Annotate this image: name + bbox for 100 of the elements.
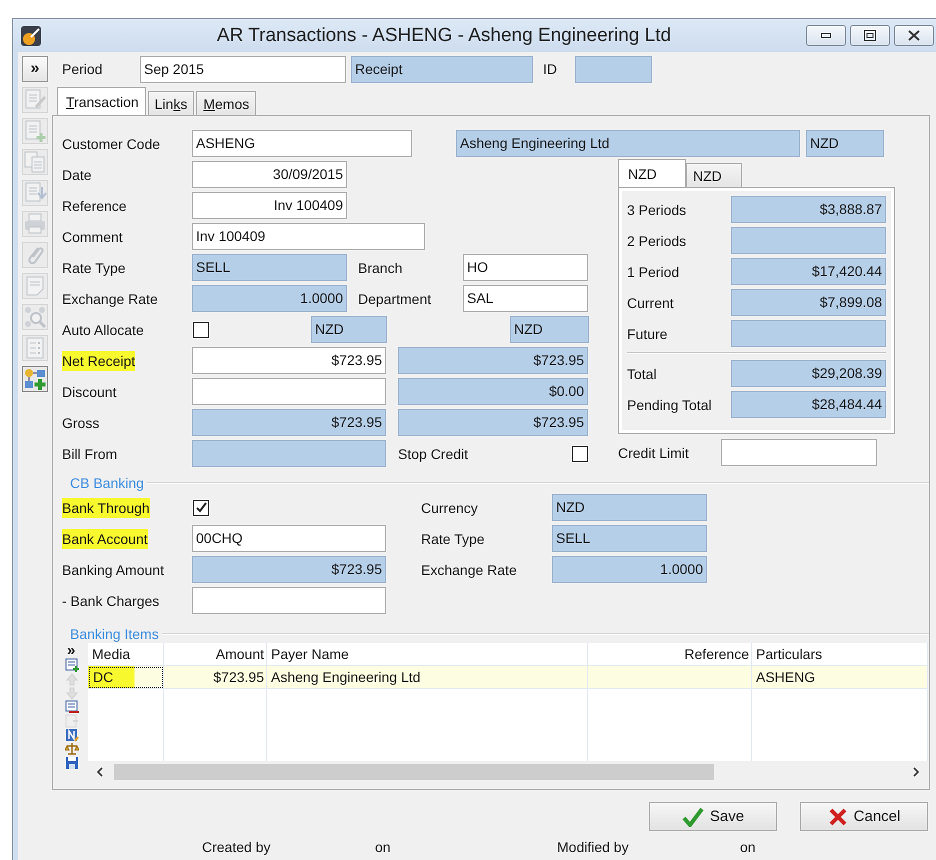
field-label: Exchange Rate bbox=[62, 290, 158, 308]
table-cell: DC bbox=[88, 666, 164, 688]
table-cell: Asheng Engineering Ltd bbox=[266, 666, 588, 688]
app-icon bbox=[20, 24, 42, 46]
tab[interactable]: Memos bbox=[196, 91, 256, 115]
input-field[interactable]: 30/09/2015 bbox=[192, 161, 347, 188]
input-field[interactable] bbox=[192, 378, 386, 405]
document-plus-icon bbox=[23, 119, 47, 143]
input-field[interactable] bbox=[192, 587, 386, 614]
field-label: Currency bbox=[421, 498, 479, 518]
readonly-field: $29,208.39 bbox=[731, 360, 886, 387]
field-label: Reference bbox=[62, 196, 127, 216]
input-field[interactable]: Inv 100409 bbox=[192, 223, 425, 250]
grid-tool-button[interactable] bbox=[65, 756, 81, 770]
readonly-field: NZD bbox=[552, 494, 707, 521]
field-label: Branch bbox=[358, 258, 404, 278]
arrow-up-icon bbox=[65, 672, 79, 686]
close-button[interactable] bbox=[894, 25, 934, 46]
field-label: Bank Through bbox=[62, 498, 150, 518]
field-label: 3 Periods bbox=[627, 200, 688, 220]
field-label: Total bbox=[627, 364, 658, 384]
input-field[interactable]: Sep 2015 bbox=[140, 56, 346, 82]
toolbar-button[interactable] bbox=[22, 366, 48, 392]
horizontal-scrollbar[interactable] bbox=[88, 761, 928, 783]
column-header[interactable]: Media bbox=[88, 643, 164, 666]
readonly-field: SELL bbox=[552, 525, 707, 552]
row-minus-icon bbox=[65, 700, 79, 714]
input-field[interactable] bbox=[721, 439, 877, 466]
field-label: Credit Limit bbox=[618, 444, 690, 462]
readonly-field: NZD bbox=[510, 316, 589, 343]
modified-by-label: Modified by bbox=[557, 839, 630, 855]
field-label: Rate Type bbox=[421, 530, 486, 548]
field-label: ID bbox=[543, 60, 558, 79]
x-icon bbox=[828, 806, 848, 826]
field-label: Pending Total bbox=[627, 396, 713, 414]
readonly-field: NZD bbox=[311, 316, 387, 343]
field-label: Bank Account bbox=[62, 528, 148, 548]
readonly-field: NZD bbox=[806, 130, 884, 157]
column-header[interactable]: Particulars bbox=[752, 643, 928, 666]
column-header[interactable]: Amount bbox=[164, 643, 266, 666]
field-label: Discount bbox=[62, 382, 116, 402]
readonly-field: SELL bbox=[192, 254, 347, 281]
readonly-field: $28,484.44 bbox=[731, 391, 886, 418]
letter-block-icon bbox=[65, 728, 79, 742]
field-label: Net Receipt bbox=[62, 350, 136, 370]
group-title: CB Banking bbox=[70, 475, 145, 491]
input-field[interactable]: SAL bbox=[463, 285, 588, 312]
column-header[interactable]: Reference bbox=[588, 643, 752, 666]
readonly-field: 1.0000 bbox=[552, 556, 707, 583]
readonly-field: 1.0000 bbox=[192, 285, 347, 312]
readonly-field: $3,888.87 bbox=[731, 196, 886, 223]
checkbox[interactable] bbox=[193, 322, 209, 338]
field-label: Auto Allocate bbox=[62, 320, 144, 340]
checkbox[interactable] bbox=[193, 500, 209, 516]
cancel-button[interactable]: Cancel bbox=[800, 802, 928, 831]
readonly-field: $723.95 bbox=[398, 347, 588, 374]
arrow-down-icon bbox=[65, 686, 79, 700]
grid-tool-button[interactable] bbox=[65, 700, 81, 714]
scrollbar-thumb[interactable] bbox=[114, 764, 714, 780]
field-label: - Bank Charges bbox=[62, 592, 160, 610]
field-label: Current bbox=[627, 294, 675, 312]
readonly-field: $17,420.44 bbox=[731, 258, 886, 285]
input-field[interactable]: 00CHQ bbox=[192, 525, 386, 552]
expand-button[interactable]: » bbox=[65, 643, 76, 658]
field-label: Exchange Rate bbox=[421, 560, 518, 580]
input-field[interactable]: ASHENG bbox=[192, 130, 412, 157]
row-plus-icon bbox=[65, 658, 79, 672]
grid-tool-button[interactable] bbox=[65, 658, 81, 672]
tab[interactable]: NZD bbox=[618, 159, 686, 187]
field-label: Future bbox=[627, 324, 668, 344]
readonly-field: $7,899.08 bbox=[731, 289, 886, 316]
tab[interactable]: Links bbox=[148, 91, 194, 115]
readonly-field: $723.95 bbox=[192, 409, 386, 436]
readonly-field: $723.95 bbox=[192, 556, 386, 583]
tab[interactable]: Transaction bbox=[57, 87, 146, 115]
input-field[interactable]: $723.95 bbox=[192, 347, 386, 374]
readonly-field: Asheng Engineering Ltd bbox=[456, 130, 800, 157]
expand-button[interactable]: » bbox=[22, 56, 48, 82]
readonly-field: $723.95 bbox=[398, 409, 588, 436]
minimize-button[interactable] bbox=[806, 25, 846, 46]
table-row[interactable]: DC $723.95 Asheng Engineering Ltd ASHENG bbox=[88, 666, 928, 688]
field-label: Bill From bbox=[62, 444, 118, 464]
input-field[interactable]: HO bbox=[463, 254, 588, 281]
group-title: Banking Items bbox=[70, 626, 160, 642]
maximize-button[interactable] bbox=[850, 25, 890, 46]
created-by-label: Created by bbox=[202, 839, 272, 855]
tab[interactable]: NZD bbox=[686, 163, 742, 187]
readonly-field: Receipt bbox=[351, 56, 533, 82]
save-button[interactable]: Save bbox=[649, 802, 777, 831]
field-label: Rate Type bbox=[62, 258, 126, 278]
restore-icon bbox=[864, 30, 876, 41]
grid-tool-button[interactable] bbox=[65, 728, 81, 742]
table-cell: ASHENG bbox=[752, 666, 928, 688]
grid-tool-button[interactable] bbox=[65, 742, 81, 756]
field-label: 2 Periods bbox=[627, 232, 688, 250]
input-field[interactable]: Inv 100409 bbox=[192, 192, 347, 219]
column-header[interactable]: Payer Name bbox=[266, 643, 588, 666]
checkbox[interactable] bbox=[572, 446, 588, 462]
field-label: Banking Amount bbox=[62, 560, 164, 580]
modified-on-label: on bbox=[740, 839, 756, 855]
